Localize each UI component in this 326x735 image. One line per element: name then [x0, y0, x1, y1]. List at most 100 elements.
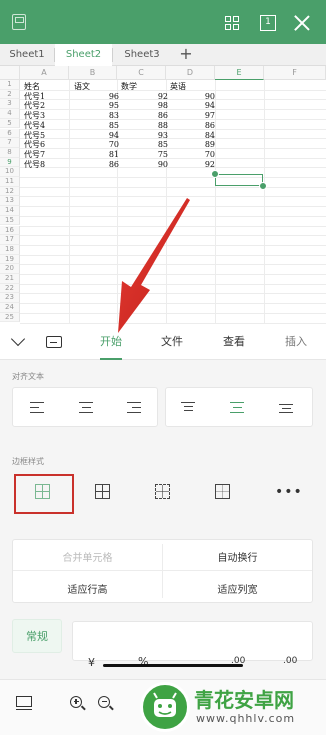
row-header[interactable]: 11	[0, 177, 20, 187]
chevron-down-icon[interactable]	[10, 331, 26, 347]
corner-header[interactable]	[0, 66, 20, 80]
border-all-button[interactable]	[84, 474, 120, 510]
column-header-f[interactable]: F	[264, 66, 326, 80]
cell-d2[interactable]: 90	[166, 92, 215, 102]
row-header[interactable]: 24	[0, 303, 20, 313]
save-icon[interactable]	[12, 14, 26, 30]
tab-home[interactable]: 开始	[100, 324, 122, 360]
fit-column-width-button[interactable]: 适应列宽	[163, 581, 312, 596]
column-header-e[interactable]: E	[215, 66, 264, 80]
page-count-icon[interactable]: 1	[260, 15, 276, 31]
cell-b4[interactable]: 83	[69, 111, 119, 121]
layout-icon[interactable]	[16, 696, 32, 712]
more-icon[interactable]: •••	[275, 484, 303, 500]
cell-b8[interactable]: 81	[69, 150, 119, 160]
row-header[interactable]: 16	[0, 225, 20, 236]
row-header[interactable]: 7	[0, 138, 20, 148]
spreadsheet-grid[interactable]: A B C D E F 1 2 3 4 5 6 7 8 9 10 11 12 13 14 15 16 17 18 1…	[0, 66, 326, 324]
cell-c1[interactable]: 数学	[121, 82, 137, 92]
tab-sheet3[interactable]: Sheet3	[113, 44, 171, 66]
cell-a1[interactable]: 姓名	[24, 82, 40, 92]
cell-c2[interactable]: 92	[117, 92, 168, 102]
tab-sheet1[interactable]: Sheet1	[0, 44, 54, 66]
format-normal-button[interactable]: 常规	[12, 619, 62, 653]
align-bottom-icon[interactable]	[279, 402, 293, 414]
border-outer-button[interactable]	[204, 474, 240, 510]
align-center-icon[interactable]	[79, 402, 93, 414]
cell-a6[interactable]: 代号5	[24, 131, 68, 141]
cell-b7[interactable]: 70	[69, 140, 119, 150]
cell-a8[interactable]: 代号7	[24, 150, 68, 160]
row-header[interactable]: 22	[0, 283, 20, 294]
row-header[interactable]: 19	[0, 254, 20, 265]
row-header[interactable]: 17	[0, 235, 20, 245]
increase-decimal-button[interactable]: .00	[283, 656, 297, 666]
align-left-icon[interactable]	[30, 402, 44, 414]
cell-d6[interactable]: 84	[166, 131, 215, 141]
zoom-in-icon[interactable]	[70, 696, 86, 712]
row-header[interactable]: 25	[0, 312, 20, 323]
row-header[interactable]: 14	[0, 206, 20, 216]
selected-cell-e9[interactable]	[215, 174, 263, 186]
selection-handle-start[interactable]	[211, 170, 219, 178]
cell-d8[interactable]: 70	[166, 150, 215, 160]
cell-b3[interactable]: 95	[69, 101, 119, 111]
row-header[interactable]: 12	[0, 186, 20, 197]
keyboard-icon[interactable]	[46, 336, 62, 348]
cell-c3[interactable]: 98	[117, 101, 168, 111]
zoom-out-icon[interactable]	[98, 696, 114, 712]
align-right-icon[interactable]	[127, 402, 141, 414]
add-sheet-button[interactable]: +	[178, 44, 194, 66]
cell-c6[interactable]: 93	[117, 131, 168, 141]
cell-b5[interactable]: 85	[69, 121, 119, 131]
cell-c9[interactable]: 90	[117, 160, 168, 170]
row-header[interactable]: 3	[0, 99, 20, 110]
row-header[interactable]: 5	[0, 118, 20, 129]
cell-d3[interactable]: 94	[166, 101, 215, 111]
tab-file[interactable]: 文件	[161, 324, 183, 360]
row-header[interactable]: 23	[0, 293, 20, 304]
cell-b1[interactable]: 语文	[74, 82, 90, 92]
row-header[interactable]: 8	[0, 147, 20, 158]
cell-a4[interactable]: 代号3	[24, 111, 68, 121]
cell-a3[interactable]: 代号2	[24, 101, 68, 111]
cell-b2[interactable]: 96	[69, 92, 119, 102]
selection-handle-end[interactable]	[259, 182, 267, 190]
cell-c8[interactable]: 75	[117, 150, 168, 160]
cell-b6[interactable]: 94	[69, 131, 119, 141]
align-middle-icon[interactable]	[230, 402, 244, 414]
row-header[interactable]: 15	[0, 215, 20, 226]
column-header-d[interactable]: D	[166, 66, 215, 80]
tab-insert[interactable]: 插入	[285, 324, 307, 360]
row-header[interactable]: 6	[0, 128, 20, 139]
cell-d9[interactable]: 92	[166, 160, 215, 170]
wrap-text-button[interactable]: 自动换行	[163, 549, 312, 564]
column-header-b[interactable]: B	[69, 66, 117, 80]
cell-b9[interactable]: 86	[69, 160, 119, 170]
row-header[interactable]: 18	[0, 244, 20, 255]
cell-a2[interactable]: 代号1	[24, 92, 68, 102]
cell-a5[interactable]: 代号4	[24, 121, 68, 131]
column-header-a[interactable]: A	[20, 66, 69, 80]
border-inner-button[interactable]	[144, 474, 180, 510]
merge-cells-button[interactable]: 合并单元格	[13, 549, 162, 564]
row-header[interactable]: 1	[0, 80, 20, 90]
row-header[interactable]: 13	[0, 196, 20, 207]
tab-sheet2[interactable]: Sheet2	[55, 44, 112, 66]
cell-c5[interactable]: 88	[117, 121, 168, 131]
cell-d1[interactable]: 英语	[170, 82, 186, 92]
currency-format-button[interactable]: ¥	[88, 656, 95, 669]
row-header[interactable]: 10	[0, 167, 20, 177]
row-header[interactable]: 9	[0, 157, 20, 168]
cell-d4[interactable]: 97	[166, 111, 215, 121]
cell-d5[interactable]: 86	[166, 121, 215, 131]
row-header[interactable]: 20	[0, 264, 20, 274]
row-header[interactable]: 2	[0, 89, 20, 100]
cell-d7[interactable]: 89	[166, 140, 215, 150]
fit-row-height-button[interactable]: 适应行高	[13, 581, 162, 596]
cell-a7[interactable]: 代号6	[24, 140, 68, 150]
align-top-icon[interactable]	[181, 402, 195, 414]
column-header-c[interactable]: C	[117, 66, 166, 80]
grid-view-icon[interactable]	[225, 16, 239, 30]
row-header[interactable]: 21	[0, 274, 20, 284]
